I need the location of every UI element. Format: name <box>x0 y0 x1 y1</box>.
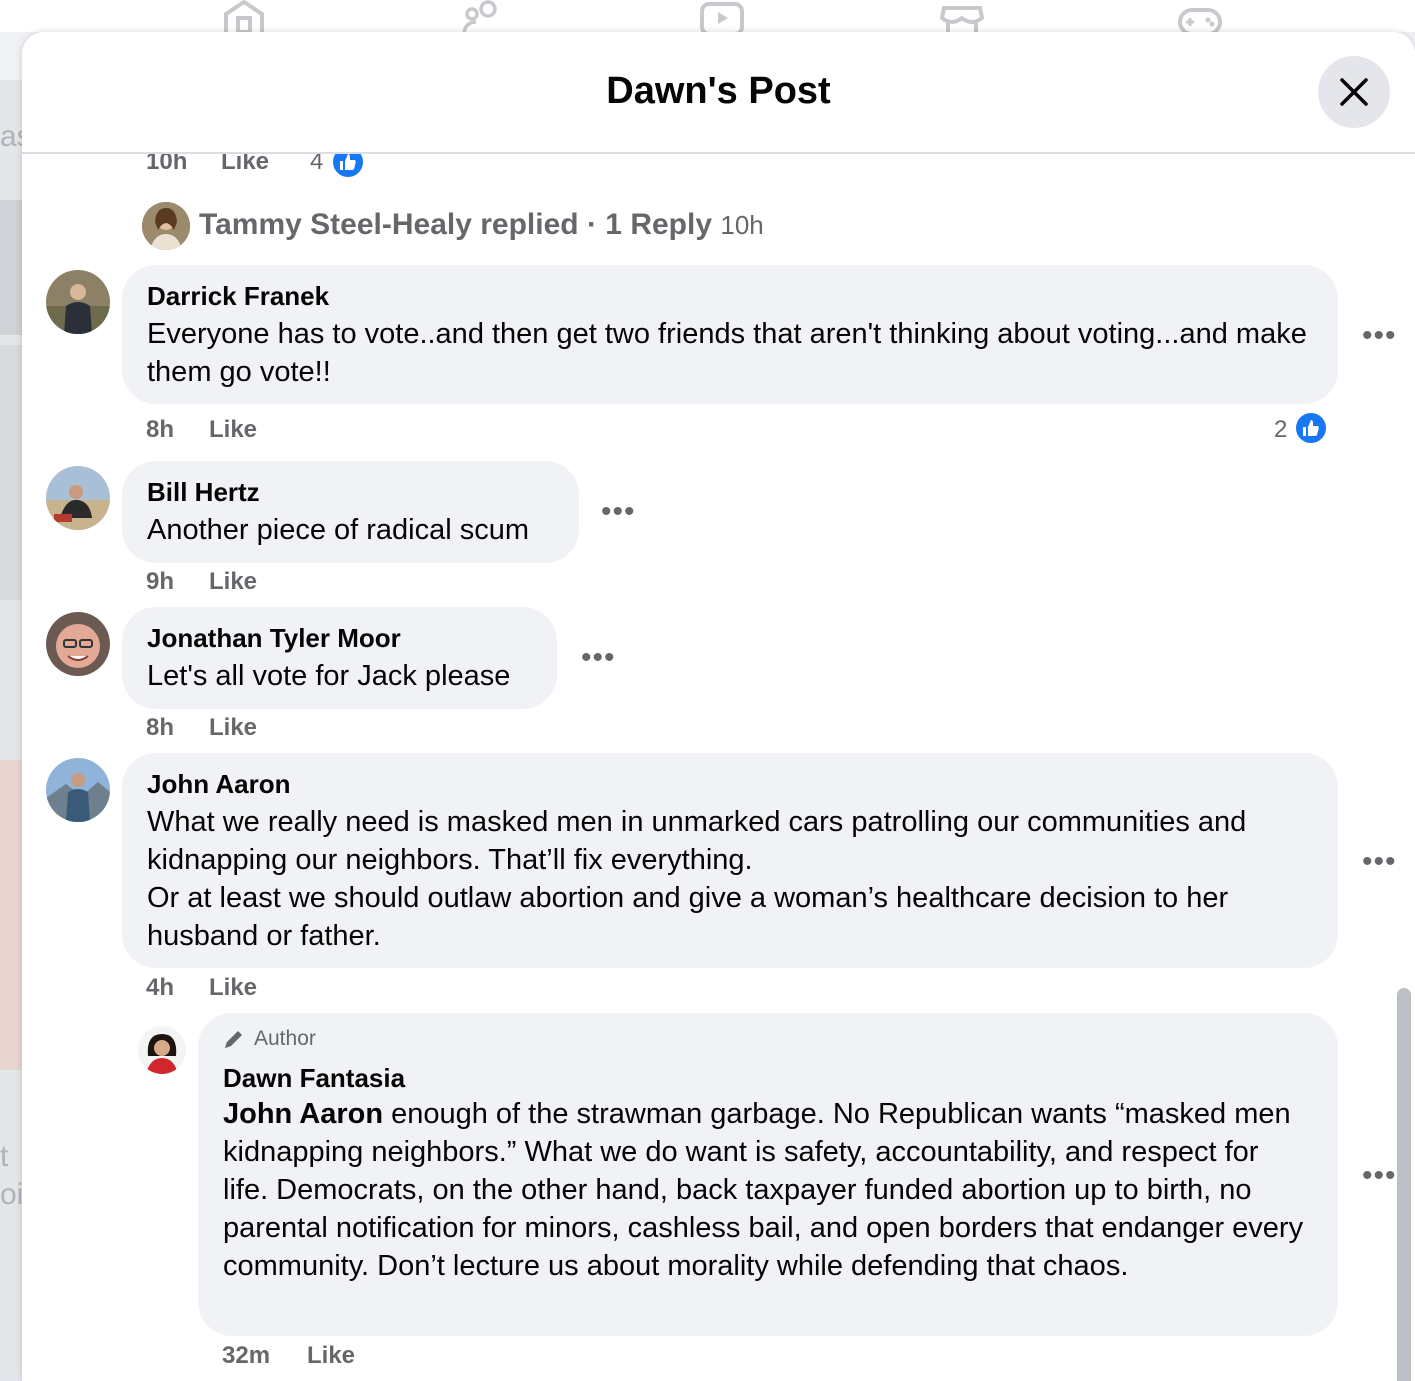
modal-header: Dawn's Post <box>22 32 1415 154</box>
like-link[interactable]: Like <box>209 714 257 742</box>
more-options-button[interactable]: ••• <box>1362 847 1397 877</box>
background-photo <box>0 760 22 1070</box>
reaction-count: 2 <box>1274 416 1288 443</box>
comment-text: Everyone has to vote..and then get two f… <box>147 318 1307 388</box>
comment-time: 32m <box>222 1342 271 1369</box>
avatar[interactable] <box>46 612 110 676</box>
mention-link[interactable]: John Aaron <box>223 1098 383 1130</box>
like-reaction-icon <box>1293 410 1329 446</box>
gaming-icon[interactable] <box>1178 0 1222 36</box>
reply-summary[interactable]: Tammy Steel-Healy replied · 1 Reply 10h <box>199 208 764 242</box>
scrollbar[interactable] <box>1397 988 1411 1381</box>
background-text: ois <box>0 1178 22 1211</box>
reply-separator: · <box>586 208 597 241</box>
comment-bubble: Jonathan Tyler Moor Let's all vote for J… <box>122 607 557 709</box>
marketplace-icon[interactable] <box>939 0 985 32</box>
background-photo <box>0 345 22 600</box>
comment-bubble: John Aaron What we really need is masked… <box>122 753 1338 968</box>
avatar[interactable] <box>46 758 110 822</box>
post-modal: Dawn's Post 10h Like 4 Tammy Steel-Healy… <box>22 32 1415 1381</box>
comment-bubble: Author Dawn Fantasia John Aaron enough o… <box>198 1013 1338 1336</box>
avatar[interactable] <box>46 270 110 334</box>
modal-title: Dawn's Post <box>606 70 831 112</box>
comment-text: John Aaron enough of the strawman garbag… <box>223 1095 1308 1285</box>
like-link[interactable]: Like <box>307 1342 355 1370</box>
comment-bubble: Bill Hertz Another piece of radical scum <box>122 461 579 563</box>
author-badge: Author <box>223 1027 316 1051</box>
more-options-button[interactable]: ••• <box>581 643 616 673</box>
like-link[interactable]: Like <box>209 416 257 444</box>
close-icon <box>1340 78 1368 106</box>
comment-time: 8h <box>146 714 175 741</box>
background-text: t <box>0 1140 9 1173</box>
comment-time: 4h <box>146 974 175 1001</box>
home-icon[interactable] <box>222 0 266 34</box>
comment-time: 8h <box>146 416 175 443</box>
avatar[interactable] <box>138 1026 186 1074</box>
background-photo <box>0 200 22 335</box>
comment-text: What we really need is masked men in unm… <box>147 806 1247 876</box>
comment-text: Another piece of radical scum <box>147 514 530 546</box>
avatar[interactable] <box>46 466 110 530</box>
reply-author: Tammy Steel-Healy replied <box>199 208 579 241</box>
comment-author[interactable]: John Aaron <box>147 769 290 800</box>
comment-text: Or at least we should outlaw abortion an… <box>147 882 1229 952</box>
more-options-button[interactable]: ••• <box>601 497 636 527</box>
comment-text: Let's all vote for Jack please <box>147 660 511 692</box>
reply-time: 10h <box>720 210 764 240</box>
like-link[interactable]: Like <box>209 974 257 1002</box>
comment-time: 9h <box>146 568 175 595</box>
more-options-button[interactable]: ••• <box>1362 1161 1397 1191</box>
background-top-nav <box>0 0 1415 36</box>
reply-count: 1 Reply <box>605 208 713 241</box>
more-options-button[interactable]: ••• <box>1362 321 1397 351</box>
comment-author[interactable]: Jonathan Tyler Moor <box>147 623 401 654</box>
comment-bubble: Darrick Franek Everyone has to vote..and… <box>122 265 1338 404</box>
video-icon[interactable] <box>700 0 744 36</box>
like-link[interactable]: Like <box>209 568 257 596</box>
comment-author[interactable]: Darrick Franek <box>147 281 329 312</box>
avatar[interactable] <box>142 202 190 250</box>
comment-author[interactable]: Dawn Fantasia <box>223 1063 405 1094</box>
comment-text-body: enough of the strawman garbage. No Repub… <box>223 1098 1304 1282</box>
friends-icon[interactable] <box>462 0 506 33</box>
author-badge-label: Author <box>254 1027 316 1050</box>
comment-author[interactable]: Bill Hertz <box>147 477 260 508</box>
pencil-icon <box>225 1031 242 1048</box>
close-button[interactable] <box>1318 56 1390 128</box>
